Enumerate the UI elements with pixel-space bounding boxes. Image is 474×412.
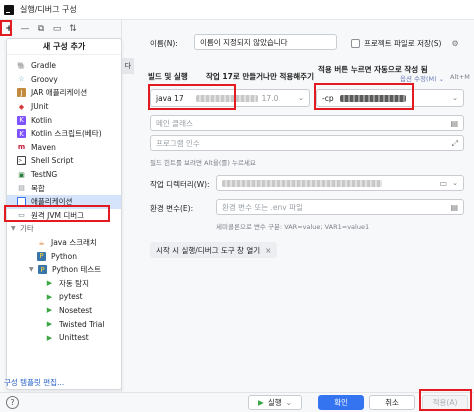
ok-button[interactable]: 확인	[318, 395, 364, 410]
list-item[interactable]: J JAR 애플리케이션	[7, 86, 121, 100]
main-class-input[interactable]: 메인 클래스 ▤	[150, 115, 464, 131]
store-as-project-file-checkbox[interactable]	[351, 39, 360, 48]
list-item[interactable]: ▶ Nosetest	[7, 304, 121, 318]
edit-templates-link[interactable]: 구성 템플릿 편집...	[4, 377, 64, 388]
groovy-icon: ☆	[18, 75, 25, 84]
play-icon: ▶	[258, 398, 264, 407]
left-footer: 구성 템플릿 편집...	[0, 372, 122, 392]
chevron-down-icon: ▼	[11, 225, 16, 233]
edit-env-icon[interactable]: ▤	[450, 203, 458, 212]
chevron-down-icon[interactable]: ⌄	[452, 179, 458, 187]
python-test-icon: P	[38, 265, 47, 275]
group-other[interactable]: ▼ 기타	[7, 222, 121, 236]
side-tab[interactable]: 다	[122, 58, 134, 74]
env-input[interactable]: 환경 변수 또는 .env 파일 ▤	[216, 199, 464, 215]
app-logo-icon	[4, 4, 14, 15]
kotlin-icon: K	[17, 115, 26, 125]
chevron-down-icon: ▼	[29, 266, 34, 274]
browse-icon[interactable]: ▤	[450, 119, 458, 128]
gradle-icon: 🐘	[17, 61, 26, 70]
pytest-icon: ▶	[46, 292, 53, 301]
nosetest-icon: ▶	[46, 306, 53, 315]
redacted-working-dir	[222, 179, 382, 187]
cancel-button[interactable]: 취소	[369, 395, 415, 410]
list-item[interactable]: m Maven	[7, 141, 121, 155]
jar-icon: J	[17, 88, 26, 98]
junit-icon: ◆	[18, 102, 25, 111]
list-item[interactable]: ▶ pytest	[7, 290, 121, 304]
expand-icon[interactable]: ⤢	[452, 139, 458, 149]
chevron-down-icon: ⌄	[452, 94, 458, 102]
help-icon[interactable]: ?	[6, 396, 19, 409]
unittest-icon: ▶	[46, 333, 53, 342]
list-item[interactable]: P Python	[7, 249, 121, 263]
program-args-input[interactable]: 프로그램 인수 ⤢	[150, 135, 464, 151]
list-item[interactable]: ☆ Groovy	[7, 73, 121, 87]
working-dir-label: 작업 디렉터리(W):	[150, 180, 210, 189]
shell-icon: >_	[17, 156, 26, 166]
apply-highlight	[419, 389, 472, 411]
popup-title: 새 구성 추가	[7, 39, 121, 55]
window-title: 실행/디버그 구성	[20, 5, 77, 14]
sort-configuration-button[interactable]: ⇅	[67, 23, 79, 35]
name-input[interactable]: 이름이 지정되지 않았습니다	[194, 34, 337, 50]
open-tool-window-chip[interactable]: 시작 시 실행/디버그 도구 창 열기 ×	[150, 242, 278, 258]
list-item-python-test[interactable]: ▼ P Python 테스트	[7, 263, 121, 277]
title-bar: 실행/디버그 구성	[0, 0, 474, 20]
env-hint: 세미콜론으로 변수 구분: VAR=value; VAR1=value1	[216, 223, 370, 231]
testng-icon: ▣	[18, 170, 25, 179]
modify-options-shortcut: Alt+M	[450, 73, 470, 81]
left-toolbar: + — ⧉ ▭ ⇅	[0, 20, 122, 38]
add-button-highlight	[0, 20, 12, 36]
list-item[interactable]: ▤ 복합	[7, 181, 121, 195]
list-item[interactable]: ▶ Twisted Trial	[7, 317, 121, 331]
chevron-down-icon: ⌄	[285, 398, 292, 407]
list-item[interactable]: ▣ TestNG	[7, 168, 121, 182]
list-item[interactable]: ▶ Unittest	[7, 331, 121, 345]
maven-icon: m	[17, 143, 26, 152]
list-item[interactable]: K Kotlin 스크립트(베타)	[7, 127, 121, 141]
list-item[interactable]: ☕ Java 스크래치	[7, 236, 121, 250]
chevron-down-icon: ⌄	[298, 94, 304, 102]
folder-icon[interactable]: ▭	[439, 179, 447, 188]
annotation-left: 작업 17로 만들거나만 적용해주기	[206, 72, 314, 81]
name-label: 이름(N):	[150, 39, 178, 48]
java-scratch-icon: ☕	[38, 238, 45, 247]
bottom-bar: ? ▶ 실행 ⌄ 확인 취소 적용(A)	[0, 392, 474, 412]
list-item[interactable]: K Kotlin	[7, 113, 121, 127]
list-item[interactable]: ◆ JUnit	[7, 100, 121, 114]
jdk-highlight	[148, 84, 236, 110]
twisted-icon: ▶	[46, 320, 53, 329]
list-item[interactable]: >_ Shell Script	[7, 154, 121, 168]
args-hint: 필드 힌트를 보려면 Alt을(를) 누르세요	[150, 159, 256, 167]
build-and-run-title: 빌드 및 실행	[148, 72, 188, 81]
python-icon: P	[37, 251, 46, 261]
settings-icon[interactable]: ⚙	[451, 39, 458, 48]
save-configuration-button[interactable]: ▭	[51, 23, 63, 35]
store-as-project-file[interactable]: 프로젝트 파일로 저장(S) ⚙	[351, 38, 459, 49]
list-item[interactable]: 🐘 Gradle	[7, 59, 121, 73]
kotlin-script-icon: K	[17, 129, 26, 139]
autodetect-icon: ▶	[46, 279, 53, 288]
env-label: 환경 변수(E):	[150, 204, 194, 213]
copy-configuration-button[interactable]: ⧉	[35, 23, 47, 35]
configuration-type-list: 🐘 Gradle ☆ Groovy J JAR 애플리케이션 ◆ JUnit K Kotl…	[7, 59, 121, 344]
classpath-highlight	[314, 83, 414, 110]
run-button[interactable]: ▶ 실행 ⌄	[248, 395, 302, 410]
working-dir-input[interactable]: ▭ ⌄	[216, 175, 464, 191]
application-highlight	[4, 205, 110, 222]
compound-icon: ▤	[18, 184, 25, 193]
remove-configuration-button[interactable]: —	[19, 23, 31, 35]
close-icon[interactable]: ×	[265, 246, 271, 255]
modify-options-link[interactable]: 옵션 수정(M) ⌄	[400, 73, 444, 83]
configuration-form: 이름(N): 이름이 지정되지 않았습니다 프로젝트 파일로 저장(S) ⚙ 빌…	[138, 20, 474, 392]
list-item[interactable]: ▶ 자동 탐지	[7, 277, 121, 291]
